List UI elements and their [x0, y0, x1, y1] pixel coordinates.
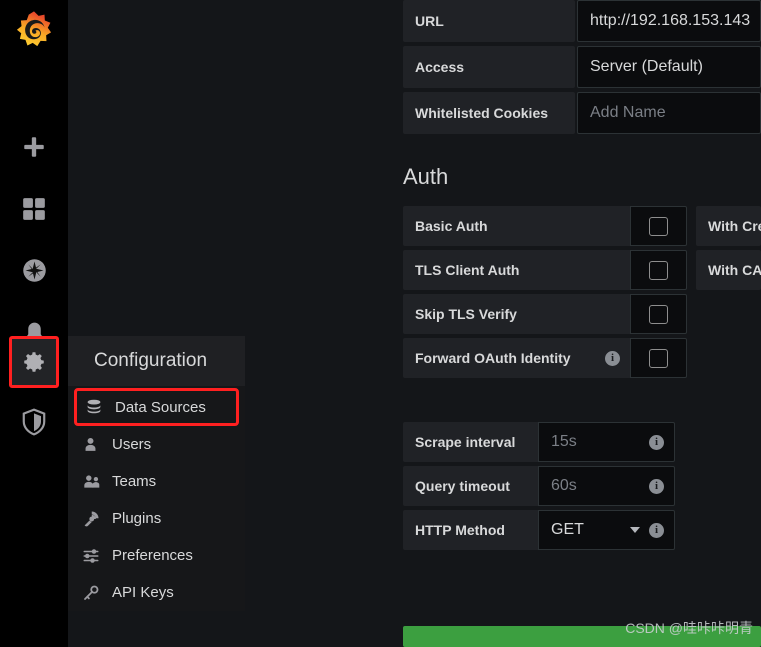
auth-row-forward-oauth-identity: Forward OAuth Identity i — [403, 338, 761, 378]
skip-tls-verify-text: Skip TLS Verify — [415, 306, 517, 322]
scrape-interval-input[interactable]: 15s — [551, 433, 577, 451]
skip-tls-verify-checkbox-cell[interactable] — [630, 294, 687, 334]
menu-item-data-sources[interactable]: Data Sources — [74, 388, 239, 426]
query-timeout-adornments: i — [649, 478, 664, 494]
scrape-interval-label: Scrape interval — [403, 422, 538, 462]
database-icon — [85, 398, 113, 416]
sidebar-item-create[interactable] — [0, 122, 68, 171]
grafana-datasource-settings-screen: Configuration Data Sources Users Teams P… — [0, 0, 761, 647]
shield-icon — [22, 408, 46, 436]
grafana-logo-icon — [16, 11, 52, 47]
field-row-access: Access Server (Default) — [403, 46, 761, 88]
auth-row-skip-tls-verify: Skip TLS Verify — [403, 294, 761, 334]
whitelisted-cookies-label: Whitelisted Cookies — [403, 92, 575, 134]
dashboards-grid-icon — [23, 197, 45, 220]
http-method-adornments: i — [630, 522, 664, 538]
menu-item-plugins[interactable]: Plugins — [68, 500, 245, 537]
menu-item-label: Teams — [112, 473, 157, 490]
setting-row-http-method: HTTP Method GET i — [403, 510, 761, 550]
http-method-select-cell[interactable]: GET i — [538, 510, 675, 550]
with-ca-cert-label: With CA Cert — [696, 250, 761, 290]
tls-client-auth-checkbox-cell[interactable] — [630, 250, 687, 290]
sidebar-item-server-admin[interactable] — [0, 396, 68, 448]
scrape-interval-input-cell[interactable]: 15s i — [538, 422, 675, 462]
scrape-interval-adornments: i — [649, 434, 664, 450]
plugin-icon — [82, 510, 110, 528]
auth-section-title: Auth — [403, 164, 449, 189]
prometheus-settings-block: Scrape interval 15s i Query timeout 60s … — [403, 422, 761, 550]
sidebar-item-explore[interactable] — [0, 246, 68, 295]
configuration-highlight-box — [9, 336, 59, 388]
query-timeout-input[interactable]: 60s — [551, 477, 577, 495]
sidebar-item-configuration[interactable] — [0, 332, 68, 392]
sidebar-item-dashboards[interactable] — [0, 184, 68, 233]
menu-item-label: Preferences — [112, 547, 193, 564]
menu-item-label: API Keys — [112, 584, 174, 601]
skip-tls-verify-checkbox[interactable] — [649, 304, 668, 324]
info-icon[interactable]: i — [649, 522, 664, 538]
http-method-select-value[interactable]: GET — [551, 521, 584, 539]
tls-client-auth-label: TLS Client Auth — [403, 250, 630, 290]
menu-item-label: Users — [112, 436, 152, 453]
left-nav-rail — [0, 0, 68, 647]
info-icon[interactable]: i — [605, 350, 620, 366]
tls-client-auth-text: TLS Client Auth — [415, 262, 520, 278]
basic-auth-checkbox[interactable] — [649, 216, 668, 236]
users-icon — [82, 473, 110, 490]
datasource-settings-form: URL http://192.168.153.143 Access Server… — [403, 0, 761, 647]
query-timeout-label: Query timeout — [403, 466, 538, 506]
access-label: Access — [403, 46, 575, 88]
key-icon — [82, 584, 110, 602]
query-timeout-input-cell[interactable]: 60s i — [538, 466, 675, 506]
plus-icon — [24, 136, 44, 157]
watermark-text: CSDN @哇咔咔明青 — [625, 620, 753, 636]
field-row-whitelisted-cookies: Whitelisted Cookies Add Name — [403, 92, 761, 134]
menu-item-preferences[interactable]: Preferences — [68, 537, 245, 574]
tls-client-auth-checkbox[interactable] — [649, 260, 668, 280]
forward-oauth-identity-checkbox-cell[interactable] — [630, 338, 687, 378]
chevron-down-icon[interactable] — [630, 527, 640, 533]
gear-icon — [24, 352, 44, 372]
with-credentials-label: With Credentials — [696, 206, 761, 246]
sliders-icon — [82, 547, 110, 565]
url-input[interactable]: http://192.168.153.143 — [577, 0, 761, 42]
menu-item-teams[interactable]: Teams — [68, 463, 245, 500]
setting-row-scrape-interval: Scrape interval 15s i — [403, 422, 761, 462]
user-icon — [82, 436, 110, 453]
config-menu-list: Data Sources Users Teams Plugins Prefere… — [68, 386, 245, 611]
auth-row-tls-client-auth: TLS Client Auth With CA Cert — [403, 250, 761, 290]
skip-tls-verify-label: Skip TLS Verify — [403, 294, 630, 334]
forward-oauth-identity-label: Forward OAuth Identity i — [403, 338, 630, 378]
field-row-url: URL http://192.168.153.143 — [403, 0, 761, 42]
grafana-logo[interactable] — [0, 0, 68, 62]
info-icon[interactable]: i — [649, 434, 664, 450]
basic-auth-checkbox-cell[interactable] — [630, 206, 687, 246]
config-menu-title: Configuration — [68, 336, 245, 386]
info-icon[interactable]: i — [649, 478, 664, 494]
whitelisted-cookies-input[interactable]: Add Name — [577, 92, 761, 134]
configuration-dropdown-menu: Configuration Data Sources Users Teams P… — [68, 336, 245, 611]
setting-row-query-timeout: Query timeout 60s i — [403, 466, 761, 506]
menu-item-label: Plugins — [112, 510, 162, 527]
compass-icon — [22, 259, 46, 282]
auth-row-basic-auth: Basic Auth With Credentials — [403, 206, 761, 246]
forward-oauth-identity-text: Forward OAuth Identity — [415, 350, 571, 366]
basic-auth-label: Basic Auth — [403, 206, 630, 246]
menu-item-label: Data Sources — [115, 398, 206, 416]
http-method-label: HTTP Method — [403, 510, 538, 550]
basic-auth-text: Basic Auth — [415, 218, 488, 234]
forward-oauth-identity-checkbox[interactable] — [649, 348, 668, 368]
access-select[interactable]: Server (Default) — [577, 46, 761, 88]
menu-item-api-keys[interactable]: API Keys — [68, 574, 245, 611]
url-label: URL — [403, 0, 575, 42]
menu-item-users[interactable]: Users — [68, 426, 245, 463]
